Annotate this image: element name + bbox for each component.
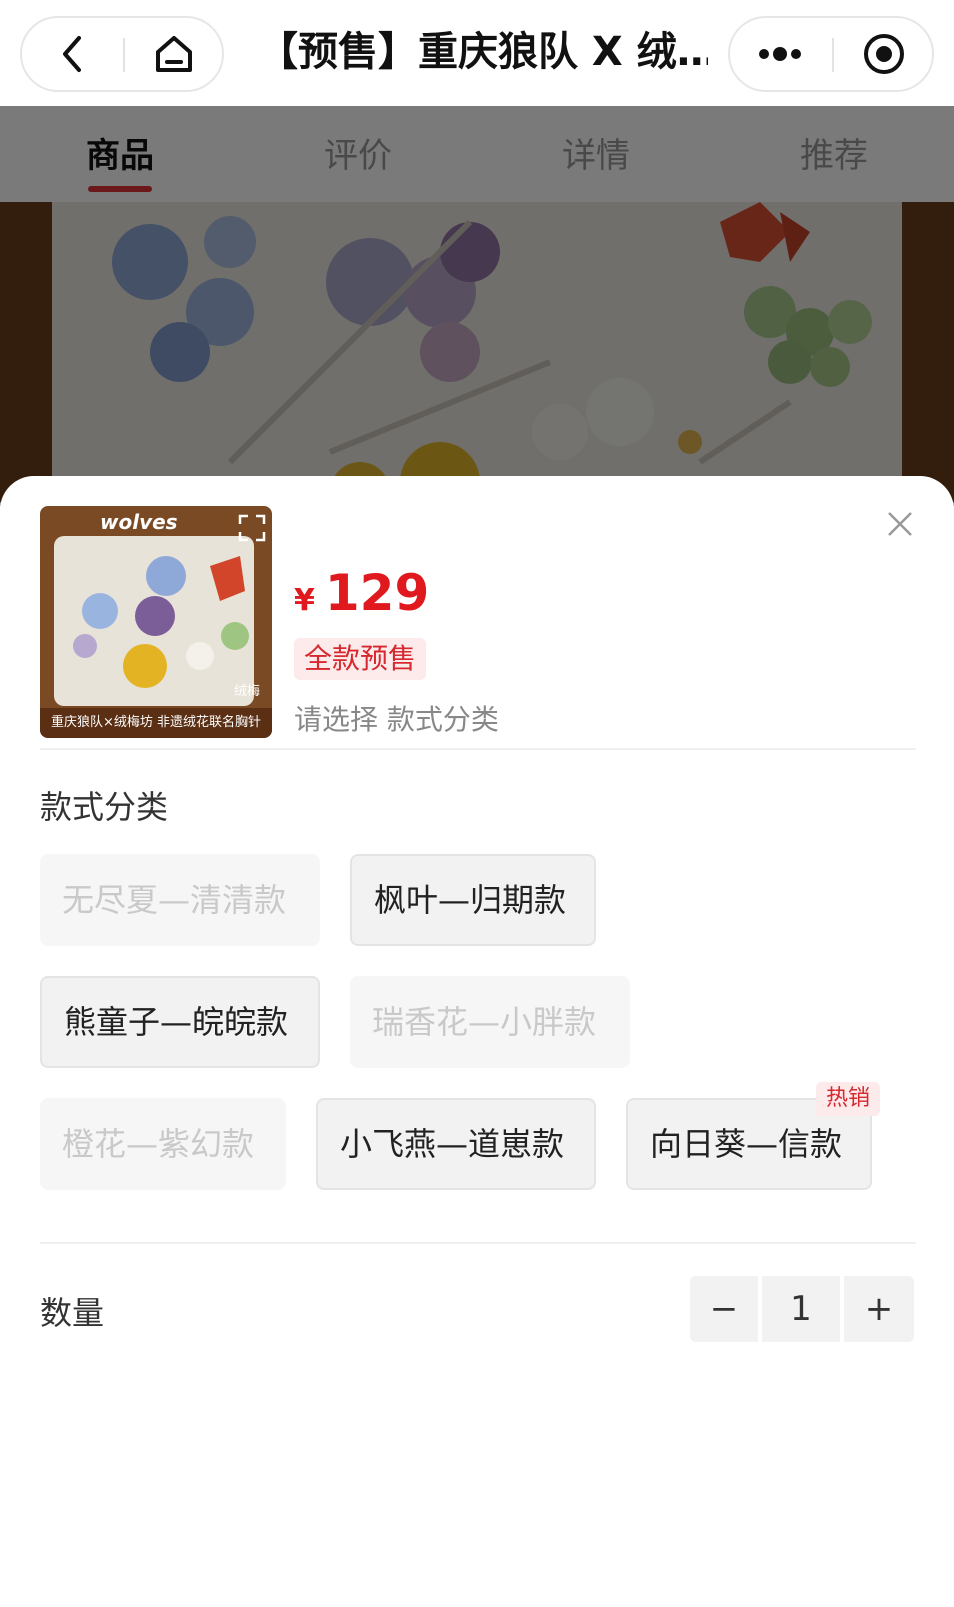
price-value: 129 [324, 564, 430, 622]
style-option-ruixianghua[interactable]: 瑞香花—小胖款 [350, 976, 630, 1068]
divider [40, 748, 916, 750]
target-circle-icon [864, 34, 904, 74]
style-option-fengye[interactable]: 枫叶—归期款 [350, 854, 596, 946]
nav-capsule-right [728, 16, 934, 92]
more-dots-icon [759, 47, 801, 61]
home-icon [156, 36, 192, 72]
page-title: 【预售】重庆狼队 X 绒… [258, 29, 708, 75]
style-option-wujinxia[interactable]: 无尽夏—清清款 [40, 854, 320, 946]
quantity-value[interactable]: 1 [762, 1276, 840, 1342]
style-option-xiaofeiyan[interactable]: 小飞燕—道崽款 [316, 1098, 596, 1190]
style-section-label: 款式分类 [40, 788, 169, 826]
price: ¥129 [294, 564, 429, 622]
sku-selector-sheet: wolves 绒梅 重庆狼队×绒梅坊 非遗绒花联名胸针 ¥129 全款预售 请选… [0, 476, 954, 1607]
currency-symbol: ¥ [294, 583, 315, 618]
increment-button[interactable]: + [844, 1276, 914, 1342]
thumbnail-seal: 绒梅 [234, 684, 261, 699]
presale-badge: 全款预售 [294, 638, 427, 680]
divider [40, 1242, 916, 1244]
quantity-label: 数量 [40, 1294, 105, 1332]
quantity-stepper: − 1 + [690, 1276, 914, 1342]
close-icon [888, 512, 912, 536]
decrement-button[interactable]: − [690, 1276, 758, 1342]
thumbnail-caption: 重庆狼队×绒梅坊 非遗绒花联名胸针 [40, 708, 272, 738]
expand-icon[interactable] [238, 514, 266, 542]
more-button[interactable] [730, 18, 830, 90]
thumbnail-brand-text: wolves [100, 510, 178, 534]
chevron-left-icon [63, 36, 81, 72]
close-sheet-button[interactable] [880, 504, 920, 544]
style-option-xiongtongzi[interactable]: 熊童子—皖皖款 [40, 976, 320, 1068]
close-miniapp-button[interactable] [834, 18, 934, 90]
top-navbar: 【预售】重庆狼队 X 绒… [0, 0, 954, 106]
dim-overlay[interactable] [0, 106, 954, 506]
hot-sale-badge: 热销 [816, 1082, 881, 1116]
style-option-chenghua[interactable]: 橙花—紫幻款 [40, 1098, 286, 1190]
nav-capsule-left [20, 16, 224, 92]
home-button[interactable] [124, 18, 224, 90]
product-thumbnail[interactable]: wolves 绒梅 重庆狼队×绒梅坊 非遗绒花联名胸针 [40, 506, 272, 738]
back-button[interactable] [22, 18, 122, 90]
selection-hint: 请选择 款式分类 [294, 703, 499, 736]
